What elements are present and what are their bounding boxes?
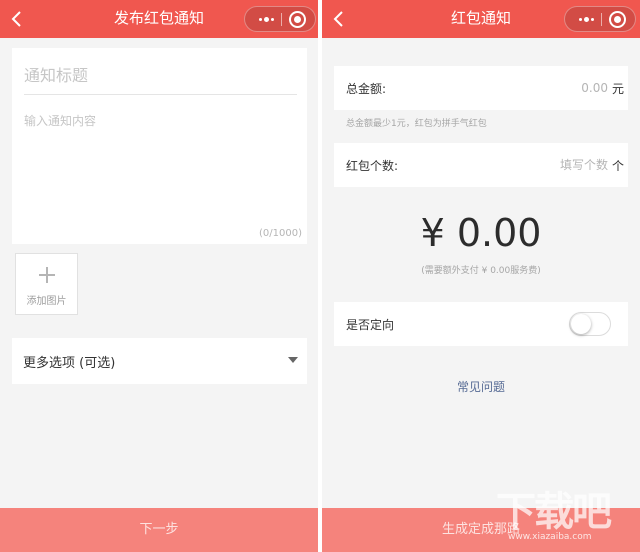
currency-unit: 元 [611, 82, 624, 96]
close-target-icon[interactable] [289, 11, 306, 28]
close-target-icon[interactable] [609, 11, 626, 28]
service-fee-note: (需要额外支付 ¥ 0.00服务费) [421, 266, 541, 276]
title-divider [24, 94, 297, 95]
notice-content-textarea[interactable] [24, 112, 296, 222]
mini-program-capsule [564, 6, 636, 32]
mini-program-capsule [244, 6, 316, 32]
total-amount-input[interactable] [498, 79, 608, 97]
notice-card: (0/1000) [12, 48, 307, 244]
caret-down-icon [288, 357, 298, 363]
more-options-dropdown[interactable]: 更多选项 (可选) [12, 338, 307, 384]
total-amount-hint: 总金额最少1元，红包为拼手气红包 [346, 119, 487, 129]
capsule-divider [281, 13, 282, 26]
site-watermark: 下载吧 www.xiazaiba.com [496, 488, 634, 548]
more-dots-icon[interactable] [571, 7, 601, 31]
watermark-url: www.xiazaiba.com [508, 532, 592, 542]
toggle-knob [571, 314, 591, 334]
left-nav-bar: 发布红包通知 [0, 0, 318, 38]
packet-count-label: 红包个数: [346, 159, 399, 173]
add-image-button[interactable]: 添加图片 [15, 253, 78, 315]
faq-link[interactable]: 常见问题 [322, 378, 640, 395]
add-image-label: 添加图片 [26, 296, 67, 307]
packet-count-row: 红包个数: 个 [334, 143, 628, 187]
count-unit: 个 [611, 159, 624, 173]
notice-title-input[interactable] [24, 58, 296, 92]
targeted-row: 是否定向 [334, 302, 628, 346]
packet-count-input[interactable] [498, 156, 608, 174]
amount-display: ¥ 0.00 [420, 211, 542, 255]
publish-notice-screen: 发布红包通知 (0/1000) 添加图片 更多选项 (可选) 下一步 [0, 0, 318, 552]
targeted-toggle[interactable] [569, 312, 611, 336]
char-counter: (0/1000) [259, 228, 302, 239]
more-options-label: 更多选项 (可选) [23, 356, 116, 371]
capsule-divider [601, 13, 602, 26]
total-amount-row: 总金额: 元 [334, 66, 628, 110]
more-dots-icon[interactable] [251, 7, 281, 31]
watermark-logo: 下载吧 [496, 489, 612, 535]
right-nav-bar: 红包通知 [322, 0, 640, 38]
next-step-button[interactable]: 下一步 [0, 508, 318, 552]
red-packet-screen: 红包通知 总金额: 元 总金额最少1元，红包为拼手气红包 红包个数: 个 ¥ 0… [322, 0, 640, 552]
targeted-label: 是否定向 [346, 318, 395, 332]
total-amount-label: 总金额: [346, 82, 387, 96]
plus-icon [39, 267, 55, 283]
